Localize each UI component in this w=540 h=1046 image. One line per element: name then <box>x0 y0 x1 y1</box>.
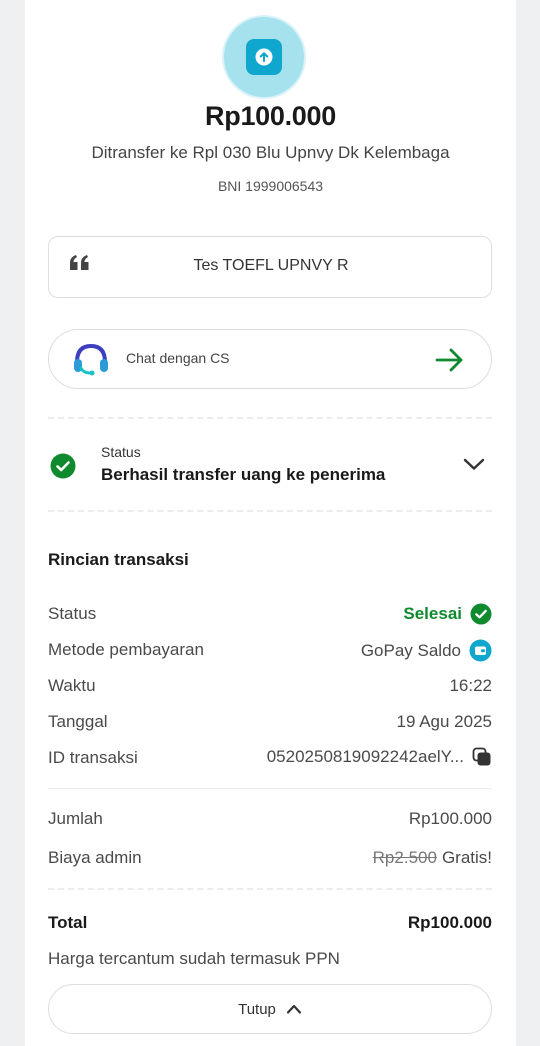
chevron-up-icon <box>286 1003 302 1015</box>
close-button[interactable]: Tutup <box>48 984 492 1034</box>
detail-date-label: Tanggal <box>48 712 108 731</box>
transfer-note: Tes TOEFL UPNVY R <box>48 236 492 298</box>
total-value: Rp100.000 <box>407 913 492 932</box>
wallet-icon <box>469 639 492 662</box>
close-button-label: Tutup <box>238 1000 276 1018</box>
detail-time-label: Waktu <box>48 676 96 695</box>
transaction-id-text: 0520250819092242aelY... <box>266 747 464 766</box>
divider <box>48 888 492 890</box>
copy-icon[interactable] <box>472 747 492 767</box>
detail-status-label: Status <box>48 604 97 623</box>
chevron-down-icon[interactable] <box>463 456 485 477</box>
detail-fee-label: Biaya admin <box>48 848 142 867</box>
transfer-amount: Rp100.000 <box>205 101 336 131</box>
method-text: GoPay Saldo <box>360 640 461 660</box>
detail-method-value: GoPay Saldo <box>361 639 492 662</box>
fee-free: Gratis! <box>441 848 492 867</box>
transaction-detail-card: Rp100.000 Ditransfer ke Rpl 030 Blu Upnv… <box>25 0 516 1046</box>
transfer-out-icon-ring <box>222 15 306 99</box>
details-title: Rincian transaksi <box>48 550 189 569</box>
detail-status-value: Selesai <box>403 603 492 625</box>
status-caption: Status <box>101 444 141 460</box>
detail-method-label: Metode pembayaran <box>48 640 204 659</box>
arrow-right-icon <box>435 347 465 378</box>
status-message: Berhasil transfer uang ke penerima <box>101 465 386 484</box>
divider <box>48 417 492 419</box>
status-done-text: Selesai <box>403 604 462 623</box>
chat-cs-label: Chat dengan CS <box>126 350 230 366</box>
detail-date-value: 19 Agu 2025 <box>396 712 492 731</box>
recipient-account: BNI 1999006543 <box>217 178 324 194</box>
detail-time-value: 16:22 <box>449 676 492 695</box>
divider <box>48 510 492 512</box>
detail-id-label: ID transaksi <box>48 748 138 767</box>
success-check-icon <box>50 453 76 484</box>
ppn-note: Harga tercantum sudah termasuk PPN <box>48 949 340 968</box>
detail-id-value: 0520250819092242aelY... <box>267 747 492 767</box>
headset-icon <box>71 340 111 385</box>
fee-original: Rp2.500 <box>372 848 437 867</box>
chat-cs-button[interactable]: Chat dengan CS <box>48 329 492 389</box>
detail-fee-value: Rp2.500 Gratis! <box>373 848 492 868</box>
total-label: Total <box>48 913 88 932</box>
divider <box>48 788 492 789</box>
detail-amount-value: Rp100.000 <box>408 809 492 828</box>
upload-arrow-icon <box>246 39 282 75</box>
success-check-icon <box>470 603 492 625</box>
note-text: Tes TOEFL UPNVY R <box>193 257 349 274</box>
recipient-name: Ditransfer ke Rpl 030 Blu Upnvy Dk Kelem… <box>91 143 450 162</box>
detail-amount-label: Jumlah <box>48 809 103 828</box>
